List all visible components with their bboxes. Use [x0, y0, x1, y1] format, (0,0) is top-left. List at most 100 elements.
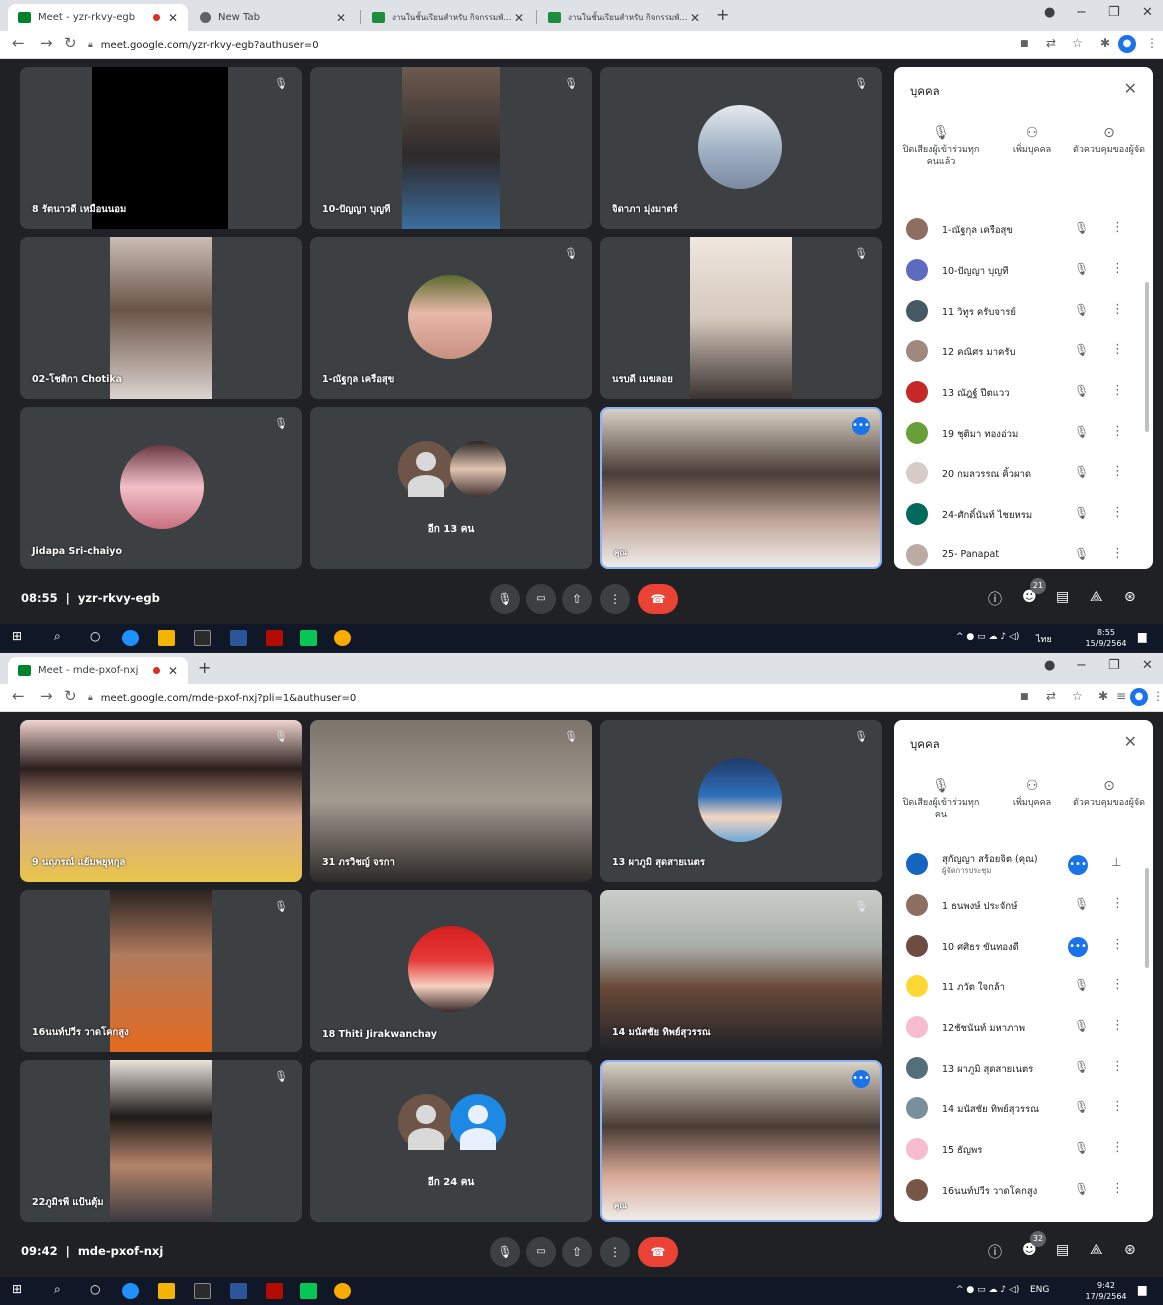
more-options-button[interactable]: ⋮	[600, 1237, 630, 1267]
reading-list-icon[interactable]: ≡	[1116, 689, 1126, 703]
notifications-icon[interactable]: ▆	[1138, 1283, 1146, 1296]
more-options-icon[interactable]: ⋮	[1111, 505, 1124, 520]
close-window-icon[interactable]: ✕	[1142, 5, 1153, 20]
participant-tile[interactable]: 🎙︎ จิดาภา มุ่งมาตร์	[600, 67, 882, 229]
extensions-icon[interactable]: ✱	[1098, 689, 1108, 703]
url-field[interactable]: 🔒︎ meet.google.com/mde-pxof-nxj?pli=1&au…	[88, 687, 878, 709]
tab-meet-top[interactable]: Meet - yzr-rkvy-egb ✕	[8, 4, 188, 31]
windows-start-icon[interactable]: ⊞	[12, 1282, 22, 1296]
tray-icons[interactable]: ^ ● ▭ ☁ ♪ ◁)	[956, 632, 1019, 642]
participant-row[interactable]: 24-ศักดิ์นันท์ ไชยหรม 🎙︎ ⋮	[906, 499, 1146, 529]
more-options-icon[interactable]: ⋮	[1111, 1140, 1124, 1155]
restore-icon[interactable]: ❐	[1108, 658, 1120, 673]
browser-menu-icon[interactable]: ⋮	[1146, 36, 1158, 50]
close-tab-icon[interactable]: ✕	[168, 664, 178, 678]
activities-icon[interactable]: ⟁	[1090, 1242, 1103, 1258]
chat-icon[interactable]: ▤	[1056, 1242, 1069, 1258]
new-tab-icon[interactable]: +	[716, 5, 729, 24]
activities-icon[interactable]: ⟁	[1090, 589, 1103, 605]
more-options-icon[interactable]: •••	[852, 1070, 870, 1088]
back-icon[interactable]: ←	[12, 34, 25, 52]
mic-off-icon[interactable]: 🎙︎	[1074, 1019, 1089, 1033]
mic-toggle-button[interactable]: 🎙︎	[490, 1237, 520, 1267]
mic-off-icon[interactable]: 🎙︎	[1074, 465, 1089, 479]
participant-tile[interactable]: 🎙︎ 22ภูมิรพี แป้นตุ้ม	[20, 1060, 302, 1222]
back-icon[interactable]: ←	[12, 687, 25, 705]
mic-off-icon[interactable]: 🎙︎	[1074, 547, 1089, 561]
participant-row[interactable]: 12ชัชนันท์ มหาภาพ 🎙︎ ⋮	[906, 1012, 1146, 1042]
chrome-icon[interactable]	[334, 1283, 351, 1299]
leave-call-button[interactable]: ☎︎	[638, 584, 678, 614]
more-options-icon[interactable]: ⋮	[1111, 383, 1124, 398]
participant-tile[interactable]: 🎙︎ 8 รัตนาวดี เหมือนนอม	[20, 67, 302, 229]
participant-row[interactable]: 1-ณัฐกุล เครือสุข 🎙︎ ⋮	[906, 214, 1146, 244]
info-icon[interactable]: ⓘ	[988, 589, 1002, 609]
participant-row[interactable]: 15 ธัญพร 🎙︎ ⋮	[906, 1134, 1146, 1164]
panel-scrollbar[interactable]	[1145, 868, 1149, 968]
reload-icon[interactable]: ↻	[64, 34, 77, 52]
forward-icon[interactable]: →	[40, 34, 53, 52]
search-icon[interactable]: ⌕	[54, 629, 61, 644]
participant-row[interactable]: 19 ชุติมา ทองอ่วม 🎙︎ ⋮	[906, 418, 1146, 448]
add-people-button[interactable]: ⚇ เพิ่มบุคคล	[989, 779, 1075, 809]
participant-row[interactable]: 13 ณัฎฐ์ ปีตแวว 🎙︎ ⋮	[906, 377, 1146, 407]
more-options-icon[interactable]: ⋮	[1111, 1018, 1124, 1033]
minimize-icon[interactable]: −	[1076, 658, 1087, 673]
tab-meet-bottom[interactable]: Meet - mde-pxof-nxj ✕	[8, 657, 188, 684]
more-options-icon[interactable]: ⋮	[1111, 342, 1124, 357]
close-window-icon[interactable]: ✕	[1142, 658, 1153, 673]
mute-all-button[interactable]: 🎙︎ ปิดเสียงผู้เข้าร่วมทุกคนแล้ว	[898, 126, 984, 168]
input-language[interactable]: ENG	[1030, 1285, 1049, 1295]
more-options-icon[interactable]: ⋮	[1111, 464, 1124, 479]
new-tab-icon[interactable]: +	[198, 658, 211, 677]
panel-scrollbar[interactable]	[1145, 282, 1149, 432]
file-explorer-icon[interactable]	[158, 1283, 175, 1299]
mic-off-icon[interactable]: 🎙︎	[1074, 1100, 1089, 1114]
bookmark-star-icon[interactable]: ☆	[1072, 689, 1083, 703]
more-options-icon[interactable]: ⋮	[1111, 1099, 1124, 1114]
participant-row[interactable]: 16นนท์ปวีร วาดโคกสูง 🎙︎ ⋮	[906, 1175, 1146, 1205]
edge-icon[interactable]	[122, 630, 139, 646]
close-icon[interactable]: ✕	[1124, 732, 1137, 751]
url-field[interactable]: 🔒︎ meet.google.com/yzr-rkvy-egb?authuser…	[88, 34, 878, 56]
participant-tile[interactable]: 18 Thiti Jirakwanchay	[310, 890, 592, 1052]
tab-classroom-1[interactable]: งานในชั้นเรียนสำหรับ กิจกรรมพัฒนาผู้เรีย…	[362, 4, 534, 31]
host-safety-icon[interactable]: ⊛	[1124, 589, 1136, 605]
participant-row[interactable]: 10-ปัญญา บุญที 🎙︎ ⋮	[906, 255, 1146, 285]
more-options-icon[interactable]: ⋮	[1111, 977, 1124, 992]
cortana-icon[interactable]: ○	[90, 629, 100, 643]
input-language[interactable]: ไทย	[1036, 632, 1052, 646]
present-button[interactable]: ⇧	[562, 1237, 592, 1267]
windows-start-icon[interactable]: ⊞	[12, 629, 22, 643]
participant-tile[interactable]: 🎙︎ Jidapa Sri-chaiyo	[20, 407, 302, 569]
host-controls-button[interactable]: ⊙ ตัวควบคุมของผู้จัด	[1066, 779, 1152, 809]
more-options-icon[interactable]: ⋮	[1111, 937, 1124, 952]
participant-row[interactable]: 13 ผาภูมิ สุดสายเนตร 🎙︎ ⋮	[906, 1053, 1146, 1083]
mic-off-icon[interactable]: 🎙︎	[1074, 897, 1089, 911]
more-options-icon[interactable]: ⋮	[1111, 302, 1124, 317]
mic-off-icon[interactable]: 🎙︎	[1074, 1060, 1089, 1074]
close-tab-icon[interactable]: ✕	[514, 11, 524, 25]
more-options-icon[interactable]: ⋮	[1111, 220, 1124, 235]
camera-toggle-button[interactable]: ▭	[526, 584, 556, 614]
more-participants-tile[interactable]: อีก 13 คน	[310, 407, 592, 569]
translate-icon[interactable]: ⇄	[1046, 36, 1056, 50]
line-icon[interactable]	[300, 1283, 317, 1299]
more-options-icon[interactable]: •••	[1068, 855, 1088, 875]
more-options-button[interactable]: ⋮	[600, 584, 630, 614]
taskbar-clock[interactable]: 9:42 17/9/2564	[1084, 1280, 1128, 1302]
info-icon[interactable]: ⓘ	[988, 1242, 1002, 1262]
host-safety-icon[interactable]: ⊛	[1124, 1242, 1136, 1258]
more-options-icon[interactable]: ⋮	[1111, 261, 1124, 276]
host-controls-button[interactable]: ⊙ ตัวควบคุมของผู้จัด	[1066, 126, 1152, 156]
chat-icon[interactable]: ▤	[1056, 589, 1069, 605]
line-icon[interactable]	[300, 630, 317, 646]
mute-all-button[interactable]: 🎙︎ ปิดเสียงผู้เข้าร่วมทุกคน	[898, 779, 984, 821]
participant-row[interactable]: 12 คณิศร มาครับ 🎙︎ ⋮	[906, 336, 1146, 366]
participant-row[interactable]: 25- Panapat 🎙︎ ⋮	[906, 540, 1146, 569]
extensions-icon[interactable]: ✱	[1100, 36, 1110, 50]
epic-games-icon[interactable]	[194, 1283, 211, 1299]
participant-tile[interactable]: 🎙︎ 10-ปัญญา บุญที	[310, 67, 592, 229]
mic-off-icon[interactable]: 🎙︎	[1074, 262, 1089, 276]
tab-new-tab[interactable]: New Tab ✕	[190, 4, 356, 31]
